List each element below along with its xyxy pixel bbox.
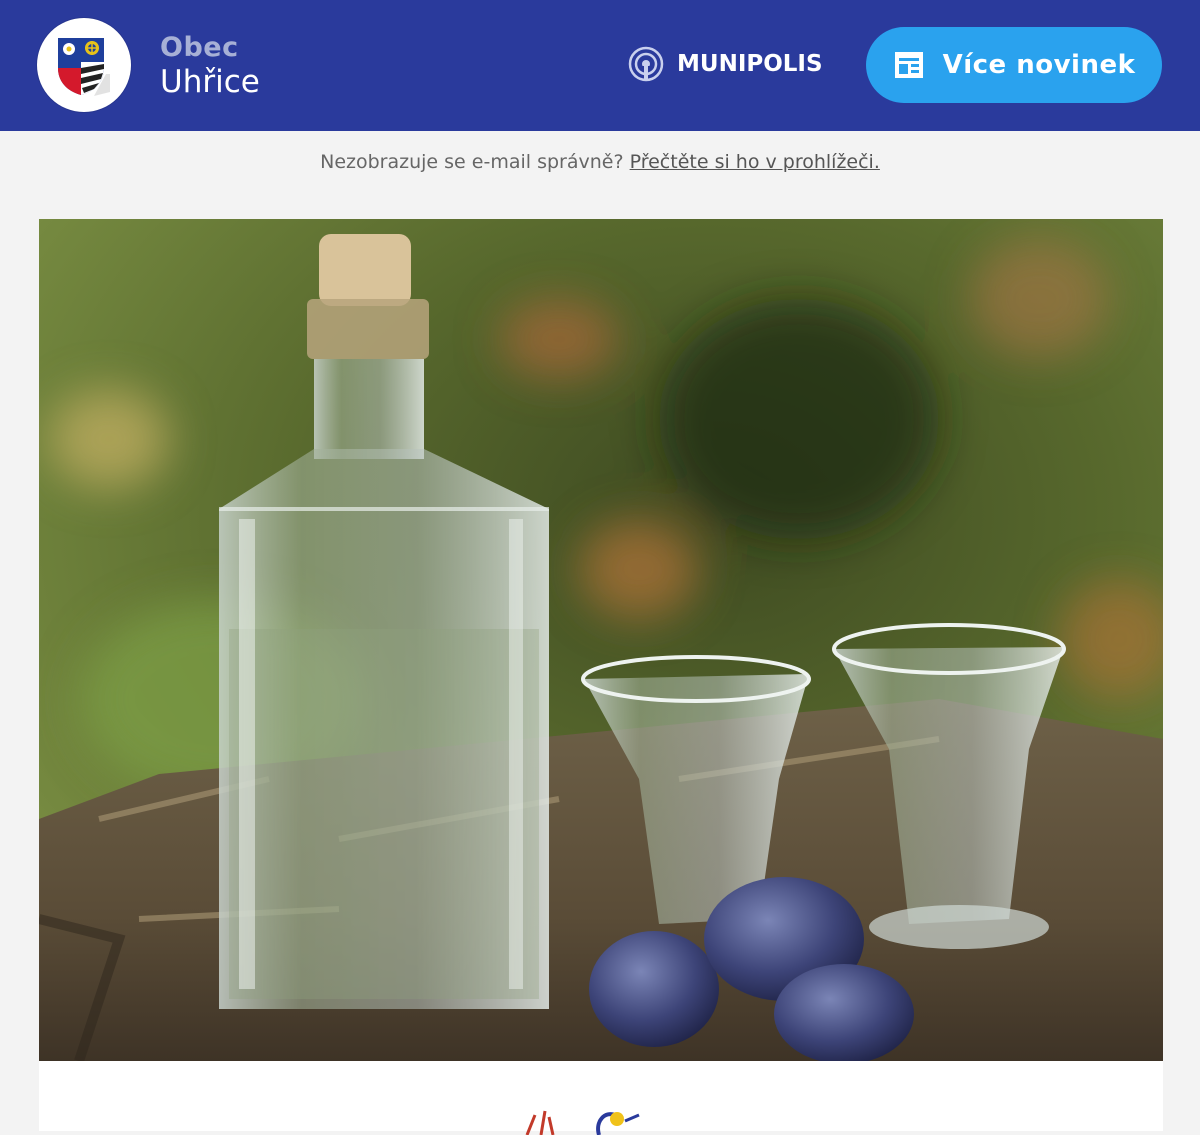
content-card [39,1061,1163,1135]
email-header: Obec Uhřice MUNIPOLIS Více novinek [0,0,1200,131]
more-news-button[interactable]: Více novinek [866,27,1162,103]
coat-of-arms-icon [58,38,110,96]
town-name: Uhřice [160,64,260,100]
newspaper-icon [894,52,923,78]
munipolis-label: MUNIPOLIS [677,51,823,77]
notice-text: Nezobrazuje se e-mail správně? [320,151,624,173]
view-in-browser-link[interactable]: Přečtěte si ho v prohlížeči. [630,151,880,173]
munipolis-link[interactable]: MUNIPOLIS [627,44,823,84]
slivovice-photo [39,219,1163,1061]
decorative-logo-icon [525,1110,640,1135]
more-news-label: Více novinek [942,50,1136,80]
town-label: Obec [160,32,239,63]
broadcast-icon [628,46,664,82]
town-logo[interactable] [37,18,131,112]
hero-image [39,219,1163,1061]
view-in-browser-notice: Nezobrazuje se e-mail správně? Přečtěte … [0,151,1200,173]
